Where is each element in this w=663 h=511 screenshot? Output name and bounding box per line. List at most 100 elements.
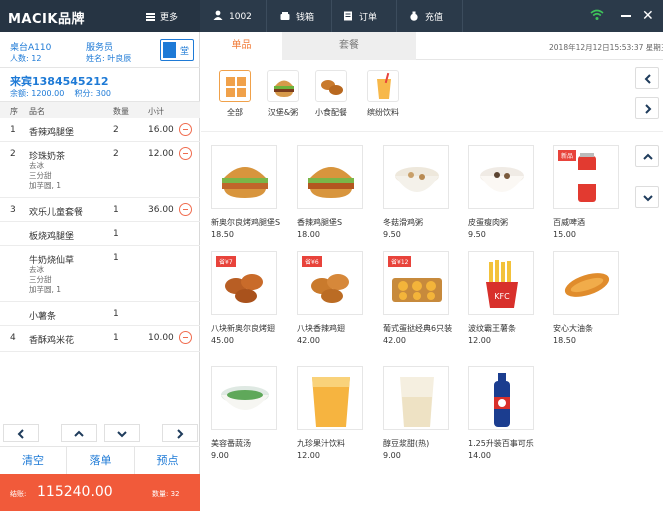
order-item-qty: 1 <box>113 253 119 263</box>
product-card[interactable]: 九珍果汁饮料 12.00 <box>297 366 373 460</box>
remove-icon[interactable] <box>179 147 192 160</box>
dine-in-toggle[interactable]: 堂 <box>160 39 194 61</box>
order-table-header: 序 品名 数量 小计 <box>0 102 200 118</box>
product-name: 醇豆浆甜(热) <box>383 439 430 448</box>
order-number: 3 <box>10 205 16 215</box>
item-count: 数量: 32 <box>152 490 180 498</box>
recharge-button[interactable]: 充值 <box>409 10 443 23</box>
products-scroll-up-button[interactable] <box>635 145 659 167</box>
category-next-button[interactable] <box>635 97 659 119</box>
orders-button[interactable]: 订单 <box>343 10 377 23</box>
checkout-bar[interactable]: 结账: 115240.00 数量: 32 <box>0 474 200 511</box>
more-menu-button[interactable]: 更多 <box>146 10 178 23</box>
order-number: 1 <box>10 125 16 135</box>
product-price: 9.50 <box>468 230 486 239</box>
next-page-button[interactable] <box>162 424 198 442</box>
order-row[interactable]: 牛奶烧仙草 1 去冰 三分甜 加芋圆, 1 <box>0 246 200 302</box>
product-card[interactable]: 新奥尔良烤鸡腿堡S 18.50 <box>211 145 287 239</box>
product-card[interactable]: 1.25升装百事可乐 14.00 <box>468 366 544 460</box>
product-image <box>211 366 277 430</box>
minimize-button[interactable] <box>621 15 631 17</box>
product-card[interactable]: 皮蛋瘦肉粥 9.50 <box>468 145 544 239</box>
product-card[interactable]: 省¥7 八块新奥尔良烤翅 45.00 <box>211 251 287 345</box>
table-info: 桌台A110 人数: 12 服务员 姓名: 叶良辰 堂 <box>0 32 200 68</box>
chevron-left-icon <box>644 74 651 84</box>
cashbox-button[interactable]: 钱箱 <box>280 10 314 23</box>
order-item-qty: 1 <box>113 229 119 239</box>
product-badge: 省¥12 <box>388 256 412 267</box>
product-card[interactable]: 新品 百威啤酒 15.00 <box>553 145 629 239</box>
product-card[interactable]: 省¥12 葡式蛋挞经典6只装 42.00 <box>383 251 459 345</box>
order-row[interactable]: 小薯条 1 <box>0 302 200 326</box>
product-card[interactable]: 冬菇滑鸡粥 9.50 <box>383 145 459 239</box>
header-no: 序 <box>10 107 18 116</box>
order-item-qty: 2 <box>113 149 119 159</box>
category-burger-porridge[interactable]: 汉堡&粥 <box>261 70 305 118</box>
preorder-button[interactable]: 预点 <box>134 447 200 475</box>
product-image <box>553 251 619 315</box>
product-name: 波纹霸王薯条 <box>468 324 516 333</box>
order-row[interactable]: 板烧鸡腿堡 1 <box>0 222 200 246</box>
product-price: 9.00 <box>383 451 401 460</box>
clear-button[interactable]: 清空 <box>0 447 66 475</box>
waiter-name: 姓名: 叶良辰 <box>86 54 132 63</box>
product-name: 1.25升装百事可乐 <box>468 439 534 448</box>
remove-icon[interactable] <box>179 203 192 216</box>
people-count: 人数: 12 <box>10 54 42 63</box>
product-price: 18.00 <box>297 230 320 239</box>
scroll-down-button[interactable] <box>104 424 140 442</box>
top-bar: MACIK品牌 更多 1002 钱箱 订单 充值 ✕ <box>0 0 663 32</box>
remove-icon[interactable] <box>179 331 192 344</box>
member-info[interactable]: 来宾1384545212 余额: 1200.00 积分: 300 <box>0 68 200 102</box>
product-image <box>383 366 449 430</box>
order-item-name: 香辣鸡腿堡 <box>29 128 75 138</box>
product-name: 冬菇滑鸡粥 <box>383 218 423 227</box>
order-item-option: 加芋圆, 1 <box>29 181 62 190</box>
products-scroll-down-button[interactable] <box>635 186 659 208</box>
brand-area: MACIK品牌 更多 <box>0 0 200 32</box>
burger-icon <box>267 70 299 102</box>
tab-combo[interactable]: 套餐 <box>282 32 416 60</box>
product-card[interactable]: 醇豆浆甜(热) 9.00 <box>383 366 459 460</box>
category-snacks[interactable]: 小食配餐 <box>309 70 353 118</box>
order-row[interactable]: 2 珍珠奶茶 2 12.00 去冰 三分甜 加芋圆, 1 <box>0 142 200 198</box>
product-card[interactable]: 省¥6 八块香辣鸡翅 42.00 <box>297 251 373 345</box>
user-icon <box>213 10 223 20</box>
prev-page-button[interactable] <box>3 424 39 442</box>
product-badge: 新品 <box>558 150 577 161</box>
product-card[interactable]: KFC 波纹霸王薯条 12.00 <box>468 251 544 345</box>
product-card[interactable]: 香辣鸡腿堡S 18.00 <box>297 145 373 239</box>
header-qty: 数量 <box>113 107 129 116</box>
product-price: 42.00 <box>383 336 406 345</box>
product-image <box>211 145 277 209</box>
category-drinks[interactable]: 缤纷饮料 <box>361 70 405 118</box>
order-row[interactable]: 3 欢乐儿童套餐 1 36.00 <box>0 198 200 222</box>
tab-single[interactable]: 单品 <box>201 32 282 60</box>
product-image: 省¥7 <box>211 251 277 315</box>
product-price: 42.00 <box>297 336 320 345</box>
place-order-button[interactable]: 落单 <box>66 447 134 475</box>
order-item-price: 12.00 <box>148 149 174 159</box>
category-label: 缤纷饮料 <box>367 108 399 117</box>
scroll-up-button[interactable] <box>61 424 97 442</box>
product-card[interactable]: 美容番蔬汤 9.00 <box>211 366 287 460</box>
order-row[interactable]: 1 香辣鸡腿堡 2 16.00 <box>0 118 200 142</box>
category-prev-button[interactable] <box>635 67 659 89</box>
header-name: 品名 <box>29 107 45 116</box>
user-button[interactable]: 1002 <box>213 10 252 22</box>
hamburger-icon <box>146 13 155 21</box>
product-name: 八块新奥尔良烤翅 <box>211 324 275 333</box>
more-label: 更多 <box>160 13 179 23</box>
product-card[interactable]: 安心大油条 18.50 <box>553 251 629 345</box>
category-bar: 全部 汉堡&粥 小食配餐 缤纷饮料 <box>201 60 663 132</box>
remove-icon[interactable] <box>179 123 192 136</box>
member-name: 来宾1384545212 <box>10 75 109 88</box>
drink-icon <box>367 70 399 102</box>
order-row[interactable]: 4 香酥鸡米花 1 10.00 <box>0 326 200 352</box>
user-id: 1002 <box>229 12 252 22</box>
category-all[interactable]: 全部 <box>213 70 257 118</box>
order-item-name: 香酥鸡米花 <box>29 336 75 346</box>
money-bag-icon <box>410 11 418 21</box>
close-button[interactable]: ✕ <box>642 8 654 24</box>
order-item-name: 板烧鸡腿堡 <box>29 232 75 242</box>
